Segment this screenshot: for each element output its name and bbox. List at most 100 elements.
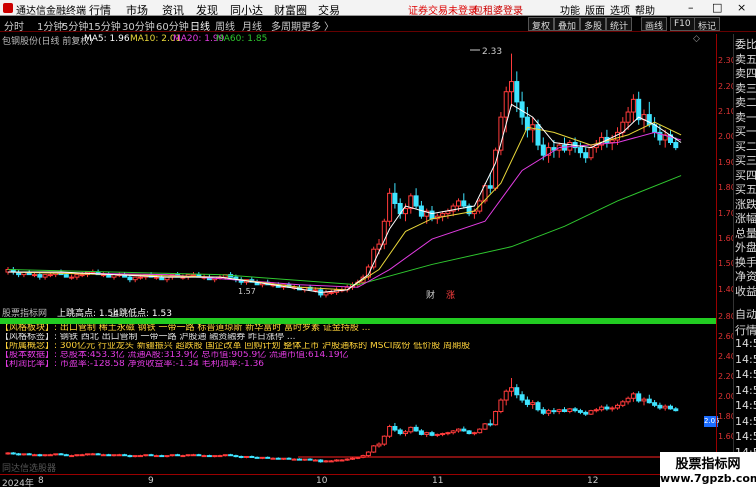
side-panel-item[interactable]: 14:5 <box>735 368 756 381</box>
sub-candle <box>307 458 313 461</box>
sub-candle <box>403 431 408 435</box>
side-panel-item[interactable]: 14:5 <box>735 430 756 443</box>
sub-candle <box>567 408 573 413</box>
fuquan-button[interactable]: 复权 <box>528 17 555 32</box>
candle-down <box>392 192 398 204</box>
candle-up <box>630 98 636 113</box>
indicator-svg <box>5 378 716 463</box>
candle-up <box>312 289 318 292</box>
side-panel-item[interactable]: 14:5 <box>735 337 756 350</box>
huaxian-button[interactable]: 画线 <box>641 17 667 32</box>
sub-candle <box>90 453 96 456</box>
login-button[interactable]: 包租婆登录 <box>473 2 523 17</box>
side-panel-item[interactable]: 自动 <box>735 306 756 322</box>
indicator-chart[interactable] <box>0 360 716 472</box>
side-panel-item[interactable]: 14:5 <box>735 415 756 428</box>
side-panel-item[interactable]: 收益 <box>735 283 756 299</box>
tab-daily[interactable]: 日线 <box>190 18 210 33</box>
candle-up <box>138 276 143 279</box>
candle-down <box>540 144 546 156</box>
trade-login-notice[interactable]: 证券交易未登录 <box>408 2 478 17</box>
biaoji-button[interactable]: 标记 <box>694 17 721 32</box>
sub-candle <box>201 455 207 458</box>
collapse-icon[interactable]: ◇ <box>693 34 700 44</box>
candle-up <box>328 291 334 294</box>
sub-candle <box>355 456 361 459</box>
sub-candle <box>185 454 191 457</box>
candle-down <box>673 142 679 149</box>
tab-more[interactable]: 更多 <box>301 18 321 33</box>
sub-candle <box>440 433 446 436</box>
cai-marker: 财 <box>426 289 435 300</box>
sub-candle <box>334 459 340 462</box>
sub-candle <box>328 460 334 463</box>
maximize-button[interactable]: □ <box>712 1 722 14</box>
menu-xuanxiang[interactable]: 选项 <box>610 2 630 17</box>
sub-candle <box>652 402 658 406</box>
side-panel-item[interactable]: 14:5 <box>735 353 756 366</box>
tongji-button[interactable]: 统计 <box>606 17 633 32</box>
tab-monthly[interactable]: 月线 <box>242 18 262 33</box>
sub-candle <box>461 428 467 432</box>
sub-candle <box>609 407 615 410</box>
x-label: 10 <box>316 476 328 486</box>
sub-candle <box>323 460 329 463</box>
candle-down <box>583 152 589 159</box>
zhang-marker: 涨 <box>446 290 455 300</box>
sub-candle <box>138 455 143 458</box>
candle-up <box>79 274 85 277</box>
sub-candle <box>572 408 578 412</box>
side-panel-item[interactable]: 行情 <box>735 322 756 338</box>
candle-up <box>509 81 514 93</box>
minimize-button[interactable]: – <box>688 1 694 14</box>
diejia-button[interactable]: 叠加 <box>554 17 581 32</box>
sub-candle <box>127 455 133 458</box>
side-panel-item[interactable]: 14:5 <box>735 399 756 412</box>
sub-candle <box>16 453 22 456</box>
watermark-title: 股票指标网 <box>675 457 741 472</box>
sub-candle <box>95 453 101 456</box>
candle-down <box>37 274 43 278</box>
tab-30min[interactable]: 30分钟 <box>122 18 155 33</box>
side-panel-item[interactable]: 14:5 <box>735 384 756 397</box>
kline-chart[interactable]: 2.33 1.57 财 涨 <box>0 46 716 300</box>
more-arrow-icon[interactable]: 〉 <box>324 18 334 33</box>
tab-multiperiod[interactable]: 多周期 <box>271 18 301 33</box>
x-label: 9 <box>148 476 154 486</box>
f10-button[interactable]: F10 <box>670 17 695 31</box>
menu-bangzhu[interactable]: 帮助 <box>635 2 655 17</box>
sub-candle <box>482 423 488 430</box>
app-logo-icon <box>3 3 13 13</box>
candle-down <box>487 185 493 189</box>
sub-candle <box>551 410 557 413</box>
tab-60min[interactable]: 60分钟 <box>156 18 189 33</box>
tab-fenshi[interactable]: 分时 <box>4 18 24 33</box>
candle-up <box>47 274 53 277</box>
sub-candle <box>159 455 165 458</box>
sub-candle <box>562 409 567 413</box>
sub-candle <box>47 454 53 457</box>
menu-banmian[interactable]: 版面 <box>585 2 605 17</box>
sub-candle <box>540 409 546 414</box>
candle-up <box>403 208 408 215</box>
sub-candle <box>424 432 430 435</box>
menu-gongneng[interactable]: 功能 <box>560 2 580 17</box>
candle-up <box>323 291 329 296</box>
sub-candle <box>408 426 414 433</box>
sub-candle <box>450 430 456 434</box>
close-button[interactable]: × <box>737 1 746 14</box>
ma60-line <box>7 175 682 286</box>
watermark-url: www.7gpzb.com <box>660 472 756 485</box>
sub-candle <box>143 454 149 457</box>
menu-bar: 通达信金融终端 行情 市场 资讯 发现 同小达 财富圈 交易 证券交易未登录 包… <box>0 0 756 17</box>
tab-weekly[interactable]: 周线 <box>215 18 235 33</box>
tab-1min[interactable]: 1分钟 <box>37 18 63 33</box>
tab-5min[interactable]: 5分钟 <box>62 18 88 33</box>
equity-line: 【股本数据】: 总股本:453.3亿 流通A股:313.9亿 总市值:905.9… <box>0 351 349 360</box>
sub-candle <box>556 409 562 413</box>
tab-15min[interactable]: 15分钟 <box>88 18 121 33</box>
sub-candle <box>498 399 504 413</box>
sub-candle <box>583 411 589 415</box>
duogu-button[interactable]: 多股 <box>580 17 607 32</box>
candle-up <box>132 276 138 281</box>
